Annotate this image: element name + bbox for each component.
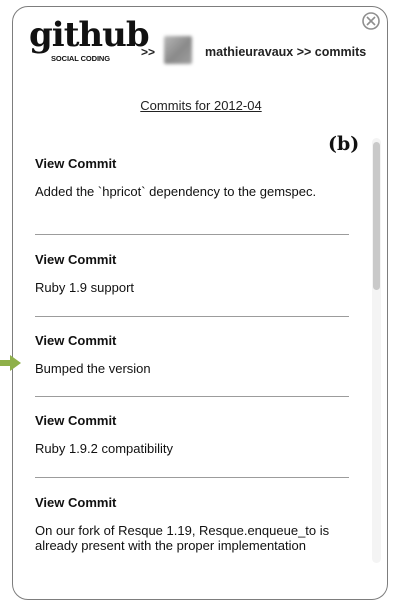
page-title[interactable]: Commits for 2012-04 (13, 98, 387, 113)
divider (35, 396, 349, 397)
breadcrumb-user[interactable]: mathieuravaux >> commits (205, 45, 366, 59)
divider (35, 234, 349, 235)
divider (35, 477, 349, 478)
breadcrumb-separator: >> (141, 45, 156, 59)
commit-message: On our fork of Resque 1.19, Resque.enque… (35, 523, 330, 553)
view-commit-link[interactable]: View Commit (35, 495, 351, 510)
list-item: View Commit Added the `hpricot` dependen… (35, 156, 351, 199)
view-commit-link[interactable]: View Commit (35, 156, 351, 171)
commits-popup: github SOCIAL CODING >> mathieuravaux >>… (12, 6, 388, 600)
avatar (164, 36, 192, 64)
commit-message: Bumped the version (35, 361, 151, 376)
arrow-right-icon (0, 355, 21, 371)
view-commit-link[interactable]: View Commit (35, 333, 351, 348)
scrollbar-thumb[interactable] (373, 142, 380, 290)
list-item: View Commit Bumped the version (35, 333, 351, 376)
github-logo[interactable]: github SOCIAL CODING (29, 15, 150, 69)
view-commit-link[interactable]: View Commit (35, 252, 351, 267)
list-item: View Commit Ruby 1.9.2 compatibility (35, 413, 351, 456)
commit-message: Ruby 1.9.2 compatibility (35, 441, 174, 456)
commit-message: Added the `hpricot` dependency to the ge… (35, 184, 317, 199)
commit-message: Ruby 1.9 support (35, 280, 135, 295)
logo-tagline: SOCIAL CODING (51, 54, 110, 63)
view-commit-link[interactable]: View Commit (35, 413, 351, 428)
divider (35, 316, 349, 317)
commit-list[interactable]: View Commit Added the `hpricot` dependen… (13, 135, 387, 565)
list-item: View Commit On our fork of Resque 1.19, … (35, 495, 351, 553)
list-item: View Commit Ruby 1.9 support (35, 252, 351, 295)
logo-word: github (29, 15, 150, 55)
header-breadcrumb: github SOCIAL CODING >> mathieuravaux >>… (29, 15, 379, 71)
